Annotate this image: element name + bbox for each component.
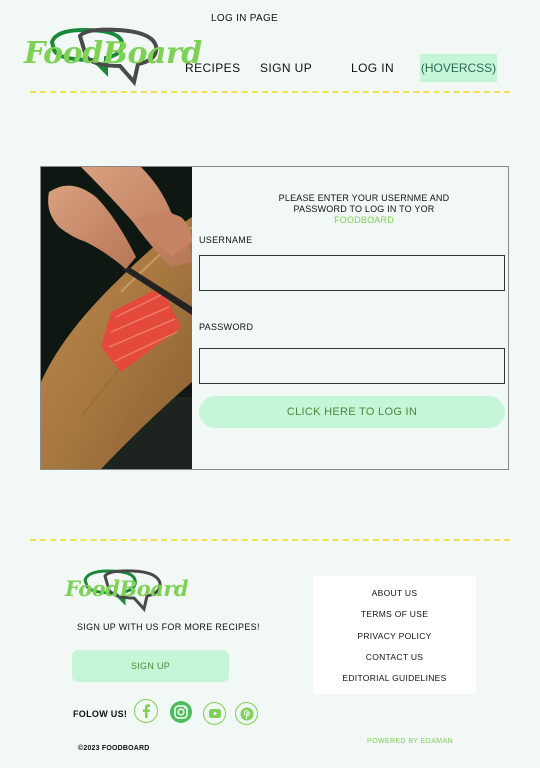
follow-us-label: FOLOW US! (73, 709, 128, 719)
footer-logo[interactable]: FoodBoard (63, 568, 189, 612)
nav-signup-link[interactable]: SIGN UP (260, 61, 312, 75)
intro-line-1: PLEASE ENTER YOUR USERNME AND (278, 193, 450, 203)
page-label: LOG IN PAGE (211, 13, 279, 24)
footer-link-terms-of-use[interactable]: TERMS OF USE (313, 609, 476, 619)
footer-links-panel: ABOUT US TERMS OF USE PRIVACY POLICY CON… (313, 576, 476, 694)
footer-link-about-us[interactable]: ABOUT US (313, 588, 476, 598)
fish-cutting-photo (41, 167, 192, 469)
username-input[interactable] (199, 255, 505, 291)
header-divider (30, 91, 510, 93)
facebook-icon[interactable] (134, 699, 158, 723)
intro-brand: FOODBOARD (334, 215, 394, 225)
footer-logo-wordmark: FoodBoard (65, 576, 189, 601)
copyright-text: ©2023 FOODBOARD (78, 745, 150, 752)
footer-divider (30, 539, 510, 541)
username-label: USERNAME (199, 235, 253, 245)
nav-login-link[interactable]: LOG IN (351, 61, 394, 75)
footer-signup-button[interactable]: SIGN UP (72, 650, 229, 682)
login-intro-text: PLEASE ENTER YOUR USERNME AND PASSWORD T… (251, 193, 477, 226)
footer-link-privacy-policy[interactable]: PRIVACY POLICY (313, 631, 476, 641)
password-input[interactable] (199, 348, 505, 384)
footer-link-editorial-guidelines[interactable]: EDITORIAL GUIDELINES (313, 673, 476, 683)
nav-recipes-link[interactable]: RECIPES (185, 61, 240, 75)
powered-by-text: POWERED BY EDAMAN (367, 738, 454, 745)
intro-line-2: PASSWORD TO LOG IN TO YOR (293, 204, 435, 214)
login-card: PLEASE ENTER YOUR USERNME AND PASSWORD T… (40, 166, 509, 470)
header-logo[interactable]: FoodBoard (22, 26, 202, 86)
footer-link-contact-us[interactable]: CONTACT US (313, 652, 476, 662)
pinterest-icon[interactable] (235, 702, 258, 725)
password-label: PASSWORD (199, 322, 254, 332)
instagram-icon[interactable] (170, 701, 192, 723)
footer-tagline: SIGN UP WITH US FOR MORE RECIPES! (77, 622, 260, 632)
login-submit-button[interactable]: CLICK HERE TO LOG IN (199, 396, 505, 428)
hovercss-button[interactable]: (HOVERCSS) (420, 54, 497, 82)
youtube-icon[interactable] (203, 702, 226, 725)
logo-wordmark: FoodBoard (24, 36, 202, 71)
